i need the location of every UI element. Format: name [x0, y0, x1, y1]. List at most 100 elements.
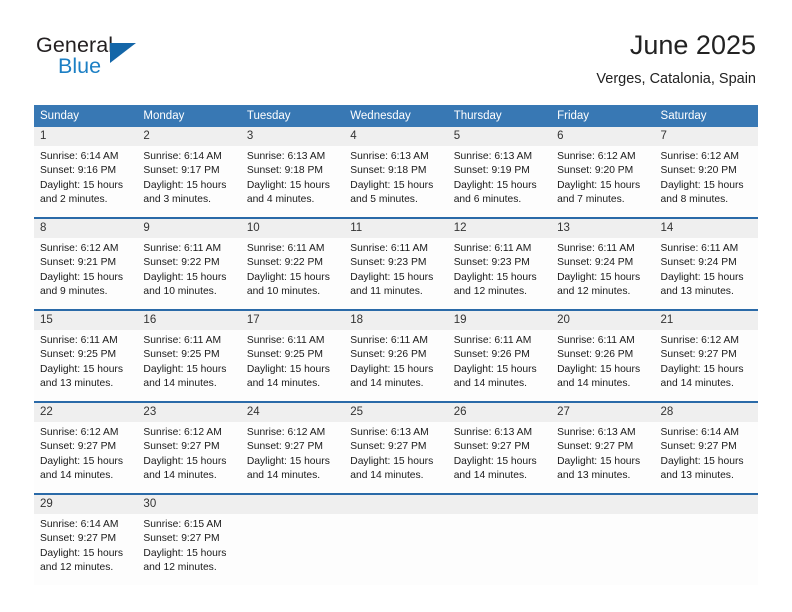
calendar-day-cell[interactable]: 24 Sunrise: 6:12 AM Sunset: 9:27 PM Dayligh…	[240, 403, 345, 494]
day-cell-content	[447, 495, 552, 585]
day-number	[654, 495, 758, 514]
sunset-text: Sunset: 9:25 PM	[143, 349, 220, 361]
page-title: June 2025	[629, 30, 756, 60]
daylight-text-line2: and 11 minutes.	[350, 286, 423, 298]
calendar-day-cell[interactable]: 29 Sunrise: 6:14 AM Sunset: 9:27 PM Dayligh…	[34, 495, 138, 585]
day-cell-content: 3 Sunrise: 6:13 AM Sunset: 9:18 PM Daylight…	[240, 127, 345, 217]
day-number: 13	[551, 219, 655, 238]
calendar-day-cell[interactable]: 17 Sunrise: 6:11 AM Sunset: 9:25 PM Dayligh…	[240, 311, 345, 402]
calendar-day-cell[interactable]: 12 Sunrise: 6:11 AM Sunset: 9:23 PM Dayligh…	[447, 219, 552, 310]
calendar-week-row: 15 Sunrise: 6:11 AM Sunset: 9:25 PM Dayligh…	[34, 311, 758, 402]
day-sun-info: Sunrise: 6:12 AM Sunset: 9:20 PM Daylight:…	[551, 146, 654, 208]
day-number: 4	[344, 127, 448, 146]
sunset-text: Sunset: 9:22 PM	[246, 257, 323, 269]
calendar-day-cell[interactable]: 8 Sunrise: 6:12 AM Sunset: 9:21 PM Daylight…	[34, 219, 138, 310]
day-number: 20	[551, 311, 655, 330]
day-sun-info: Sunrise: 6:11 AM Sunset: 9:23 PM Daylight:…	[344, 238, 447, 300]
day-cell-content: 26 Sunrise: 6:13 AM Sunset: 9:27 PM Dayligh…	[447, 403, 552, 493]
calendar-day-cell[interactable]: 3 Sunrise: 6:13 AM Sunset: 9:18 PM Daylight…	[240, 127, 345, 218]
sunset-text: Sunset: 9:27 PM	[143, 533, 220, 545]
day-sun-info: Sunrise: 6:11 AM Sunset: 9:24 PM Daylight:…	[551, 238, 654, 300]
daylight-text-line1: Daylight: 15 hours	[557, 455, 641, 467]
day-cell-content: 20 Sunrise: 6:11 AM Sunset: 9:26 PM Dayligh…	[551, 311, 655, 401]
calendar-day-cell[interactable]: 22 Sunrise: 6:12 AM Sunset: 9:27 PM Dayligh…	[34, 403, 138, 494]
weekday-header-saturday: Saturday	[654, 105, 758, 127]
day-cell-content: 10 Sunrise: 6:11 AM Sunset: 9:22 PM Dayligh…	[240, 219, 345, 309]
calendar-day-cell[interactable]: 15 Sunrise: 6:11 AM Sunset: 9:25 PM Dayligh…	[34, 311, 138, 402]
sunset-text: Sunset: 9:27 PM	[557, 441, 634, 453]
sunset-text: Sunset: 9:27 PM	[350, 441, 427, 453]
daylight-text-line1: Daylight: 15 hours	[143, 455, 227, 467]
day-number: 27	[551, 403, 655, 422]
sunrise-text: Sunrise: 6:12 AM	[246, 427, 326, 438]
day-cell-content: 24 Sunrise: 6:12 AM Sunset: 9:27 PM Dayligh…	[240, 403, 345, 493]
day-number	[447, 495, 552, 514]
daylight-text-line1: Daylight: 15 hours	[143, 179, 227, 191]
daylight-text-line1: Daylight: 15 hours	[246, 179, 330, 191]
calendar-day-cell[interactable]: 4 Sunrise: 6:13 AM Sunset: 9:18 PM Daylight…	[344, 127, 448, 218]
calendar-day-cell[interactable]: 6 Sunrise: 6:12 AM Sunset: 9:20 PM Daylight…	[551, 127, 655, 218]
day-sun-info: Sunrise: 6:13 AM Sunset: 9:19 PM Daylight:…	[448, 146, 551, 208]
daylight-text-line1: Daylight: 15 hours	[246, 271, 330, 283]
day-number: 8	[34, 219, 138, 238]
day-number: 29	[34, 495, 138, 514]
day-cell-content	[551, 495, 655, 585]
daylight-text-line1: Daylight: 15 hours	[246, 455, 330, 467]
calendar-day-cell[interactable]: 1 Sunrise: 6:14 AM Sunset: 9:16 PM Daylight…	[34, 127, 138, 218]
sunrise-text: Sunrise: 6:14 AM	[660, 427, 739, 438]
weekday-header-thursday: Thursday	[447, 105, 552, 127]
day-number: 25	[344, 403, 448, 422]
day-cell-content: 13 Sunrise: 6:11 AM Sunset: 9:24 PM Dayligh…	[551, 219, 655, 309]
calendar-day-cell[interactable]: 14 Sunrise: 6:11 AM Sunset: 9:24 PM Dayligh…	[654, 219, 758, 310]
daylight-text-line2: and 12 minutes.	[453, 286, 527, 298]
day-sun-info: Sunrise: 6:12 AM Sunset: 9:27 PM Daylight:…	[34, 422, 137, 484]
calendar-day-cell[interactable]: 13 Sunrise: 6:11 AM Sunset: 9:24 PM Dayligh…	[551, 219, 655, 310]
calendar-day-cell[interactable]: 28 Sunrise: 6:14 AM Sunset: 9:27 PM Dayligh…	[654, 403, 758, 494]
calendar-day-cell[interactable]: 7 Sunrise: 6:12 AM Sunset: 9:20 PM Daylight…	[654, 127, 758, 218]
sunrise-text: Sunrise: 6:12 AM	[40, 243, 119, 254]
weekday-header-friday: Friday	[551, 105, 655, 127]
day-cell-content	[344, 495, 448, 585]
daylight-text-line2: and 10 minutes.	[246, 286, 321, 298]
day-sun-info: Sunrise: 6:13 AM Sunset: 9:27 PM Daylight:…	[551, 422, 654, 484]
day-cell-content: 2 Sunrise: 6:14 AM Sunset: 9:17 PM Daylight…	[137, 127, 241, 217]
day-sun-info: Sunrise: 6:13 AM Sunset: 9:27 PM Daylight:…	[344, 422, 447, 484]
daylight-text-line1: Daylight: 15 hours	[350, 271, 434, 283]
day-cell-content	[240, 495, 345, 585]
day-sun-info: Sunrise: 6:12 AM Sunset: 9:27 PM Daylight:…	[655, 330, 758, 392]
calendar-day-cell[interactable]: 9 Sunrise: 6:11 AM Sunset: 9:22 PM Daylight…	[137, 219, 241, 310]
daylight-text-line1: Daylight: 15 hours	[660, 363, 744, 375]
day-sun-info: Sunrise: 6:11 AM Sunset: 9:23 PM Daylight:…	[448, 238, 551, 300]
daylight-text-line1: Daylight: 15 hours	[453, 271, 537, 283]
calendar-day-cell[interactable]: 25 Sunrise: 6:13 AM Sunset: 9:27 PM Dayligh…	[344, 403, 448, 494]
day-sun-info: Sunrise: 6:11 AM Sunset: 9:25 PM Daylight:…	[241, 330, 344, 392]
calendar-day-cell[interactable]: 19 Sunrise: 6:11 AM Sunset: 9:26 PM Dayligh…	[447, 311, 552, 402]
calendar-day-cell[interactable]: 16 Sunrise: 6:11 AM Sunset: 9:25 PM Dayligh…	[137, 311, 241, 402]
calendar-day-cell[interactable]: 27 Sunrise: 6:13 AM Sunset: 9:27 PM Dayligh…	[551, 403, 655, 494]
calendar-day-cell[interactable]: 10 Sunrise: 6:11 AM Sunset: 9:22 PM Dayligh…	[240, 219, 345, 310]
calendar-day-cell[interactable]: 26 Sunrise: 6:13 AM Sunset: 9:27 PM Dayligh…	[447, 403, 552, 494]
calendar-day-cell[interactable]: 21 Sunrise: 6:12 AM Sunset: 9:27 PM Dayligh…	[654, 311, 758, 402]
day-number: 26	[447, 403, 552, 422]
day-number: 15	[34, 311, 138, 330]
day-sun-info: Sunrise: 6:11 AM Sunset: 9:26 PM Daylight:…	[448, 330, 551, 392]
day-number: 11	[344, 219, 448, 238]
calendar-day-cell[interactable]: 30 Sunrise: 6:15 AM Sunset: 9:27 PM Dayligh…	[137, 495, 241, 585]
calendar-day-cell[interactable]: 2 Sunrise: 6:14 AM Sunset: 9:17 PM Daylight…	[137, 127, 241, 218]
day-sun-info: Sunrise: 6:14 AM Sunset: 9:16 PM Daylight:…	[34, 146, 137, 208]
day-sun-info: Sunrise: 6:11 AM Sunset: 9:26 PM Daylight:…	[344, 330, 447, 392]
calendar-day-cell[interactable]: 11 Sunrise: 6:11 AM Sunset: 9:23 PM Dayligh…	[344, 219, 448, 310]
day-cell-content: 28 Sunrise: 6:14 AM Sunset: 9:27 PM Dayligh…	[654, 403, 758, 493]
calendar-day-cell[interactable]: 18 Sunrise: 6:11 AM Sunset: 9:26 PM Dayligh…	[344, 311, 448, 402]
sunrise-text: Sunrise: 6:11 AM	[350, 335, 428, 346]
calendar-day-cell[interactable]: 20 Sunrise: 6:11 AM Sunset: 9:26 PM Dayligh…	[551, 311, 655, 402]
weekday-header-tuesday: Tuesday	[240, 105, 345, 127]
calendar-day-cell[interactable]: 23 Sunrise: 6:12 AM Sunset: 9:27 PM Dayligh…	[137, 403, 241, 494]
day-number: 1	[34, 127, 138, 146]
day-cell-content: 7 Sunrise: 6:12 AM Sunset: 9:20 PM Daylight…	[654, 127, 758, 217]
day-number: 18	[344, 311, 448, 330]
day-sun-info: Sunrise: 6:12 AM Sunset: 9:21 PM Daylight:…	[34, 238, 137, 300]
day-cell-content: 21 Sunrise: 6:12 AM Sunset: 9:27 PM Dayligh…	[654, 311, 758, 401]
calendar-day-cell[interactable]: 5 Sunrise: 6:13 AM Sunset: 9:19 PM Daylight…	[447, 127, 552, 218]
title-block: June 2025 Verges, Catalonia, Spain	[596, 28, 756, 90]
